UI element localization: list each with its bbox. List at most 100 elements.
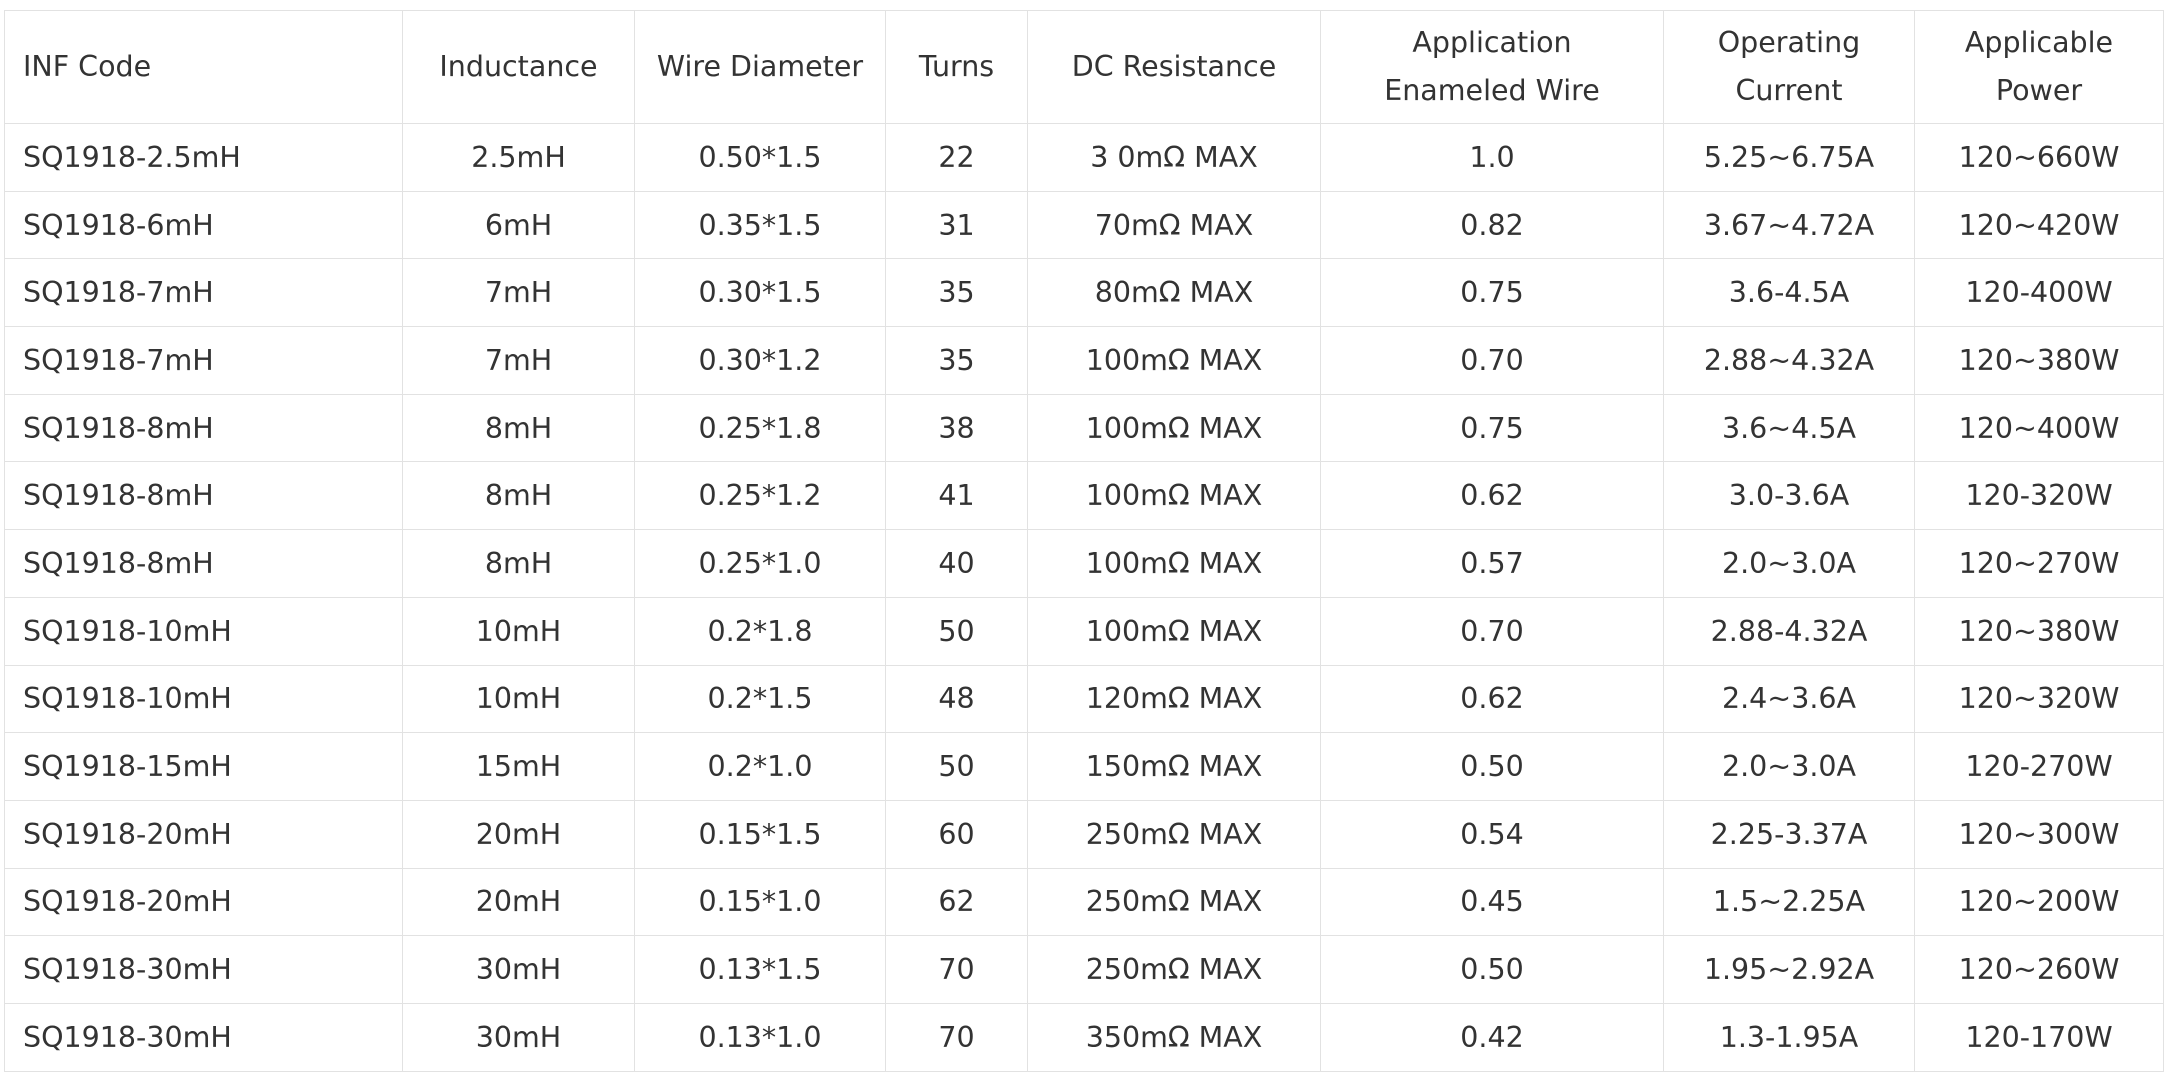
- enameled-wire-cell: 0.62: [1320, 461, 1664, 531]
- header-label: Application: [1412, 26, 1572, 59]
- enameled-wire-cell: 0.75: [1320, 393, 1664, 463]
- inductance-cell: 10mH: [402, 664, 635, 734]
- wire-diameter-cell: 0.2*1.5: [634, 664, 886, 734]
- wire-diameter-cell: 0.30*1.5: [634, 258, 886, 328]
- applicable-power-cell: 120~660W: [1914, 123, 2164, 192]
- inf-code-cell: SQ1918-8mH: [4, 393, 403, 463]
- dc-resistance-cell: 100mΩ MAX: [1027, 529, 1321, 598]
- inf-code-cell: SQ1918-20mH: [4, 799, 403, 869]
- table-row: SQ1918-8mH 8mH 0.25*1.0 40 100mΩ MAX 0.57 2.0~…: [4, 529, 2164, 598]
- turns-cell: 60: [885, 799, 1028, 869]
- operating-current-cell: 2.88-4.32A: [1663, 596, 1915, 666]
- operating-current-cell: 2.4~3.6A: [1663, 664, 1915, 734]
- applicable-power-cell: 120~380W: [1914, 326, 2164, 395]
- table-row: SQ1918-8mH 8mH 0.25*1.2 41 100mΩ MAX 0.62 3.0-…: [4, 461, 2164, 531]
- enameled-wire-cell: 0.75: [1320, 258, 1664, 328]
- table-row: SQ1918-30mH 30mH 0.13*1.0 70 350mΩ MAX 0.42 1.…: [4, 1002, 2164, 1072]
- turns-cell: 38: [885, 393, 1028, 463]
- applicable-power-cell: 120-170W: [1914, 1002, 2164, 1072]
- dc-resistance-cell: 100mΩ MAX: [1027, 461, 1321, 531]
- applicable-power-cell: 120~420W: [1914, 190, 2164, 260]
- turns-cell: 35: [885, 258, 1028, 328]
- operating-current-cell: 1.3-1.95A: [1663, 1002, 1915, 1072]
- wire-diameter-cell: 0.35*1.5: [634, 190, 886, 260]
- inf-code-cell: SQ1918-8mH: [4, 529, 403, 598]
- dc-resistance-cell: 70mΩ MAX: [1027, 190, 1321, 260]
- applicable-power-cell: 120~300W: [1914, 799, 2164, 869]
- turns-cell: 70: [885, 1002, 1028, 1072]
- applicable-power-cell: 120~380W: [1914, 596, 2164, 666]
- table-header: INF Code Inductance Wire Diameter Turns DC R…: [4, 10, 2164, 124]
- operating-current-cell: 2.0~3.0A: [1663, 732, 1915, 801]
- inductance-cell: 30mH: [402, 1002, 635, 1072]
- header-label: Power: [1995, 74, 2083, 107]
- dc-resistance-cell: 100mΩ MAX: [1027, 393, 1321, 463]
- turns-cell: 50: [885, 732, 1028, 801]
- table-body: SQ1918-2.5mH 2.5mH 0.50*1.5 22 3 0mΩ MAX 1.0 5…: [4, 123, 2164, 1072]
- enameled-wire-cell: 0.57: [1320, 529, 1664, 598]
- table-row: SQ1918-30mH 30mH 0.13*1.5 70 250mΩ MAX 0.50 1.…: [4, 935, 2164, 1004]
- enameled-wire-cell: 0.82: [1320, 190, 1664, 260]
- enameled-wire-cell: 0.70: [1320, 596, 1664, 666]
- enameled-wire-cell: 1.0: [1320, 123, 1664, 192]
- header-label: Enameled Wire: [1384, 74, 1600, 107]
- table-row: SQ1918-20mH 20mH 0.15*1.5 60 250mΩ MAX 0.54 2.…: [4, 799, 2164, 869]
- header-label: Applicable: [1964, 26, 2114, 59]
- dc-resistance-cell: 80mΩ MAX: [1027, 258, 1321, 328]
- wire-diameter-cell: 0.13*1.0: [634, 1002, 886, 1072]
- table-row: SQ1918-10mH 10mH 0.2*1.8 50 100mΩ MAX 0.70 2.8…: [4, 596, 2164, 666]
- inf-code-cell: SQ1918-8mH: [4, 461, 403, 531]
- applicable-power-cell: 120~320W: [1914, 664, 2164, 734]
- enameled-wire-cell: 0.62: [1320, 664, 1664, 734]
- table-row: SQ1918-15mH 15mH 0.2*1.0 50 150mΩ MAX 0.50 2.0…: [4, 732, 2164, 801]
- wire-diameter-cell: 0.25*1.8: [634, 393, 886, 463]
- operating-current-cell: 3.6-4.5A: [1663, 258, 1915, 328]
- header-label: Turns: [918, 50, 995, 83]
- wire-diameter-cell: 0.25*1.2: [634, 461, 886, 531]
- turns-cell: 35: [885, 326, 1028, 395]
- table-row: SQ1918-7mH 7mH 0.30*1.2 35 100mΩ MAX 0.70 2.88…: [4, 326, 2164, 395]
- enameled-wire-header: Application Enameled Wire: [1320, 10, 1664, 124]
- header-row: INF Code Inductance Wire Diameter Turns DC R…: [4, 10, 2164, 124]
- inf-code-header: INF Code: [4, 10, 403, 124]
- inf-code-cell: SQ1918-20mH: [4, 867, 403, 937]
- table-row: SQ1918-20mH 20mH 0.15*1.0 62 250mΩ MAX 0.45 1.…: [4, 867, 2164, 937]
- turns-cell: 31: [885, 190, 1028, 260]
- turns-cell: 40: [885, 529, 1028, 598]
- inductance-cell: 8mH: [402, 461, 635, 531]
- wire-diameter-cell: 0.25*1.0: [634, 529, 886, 598]
- inf-code-cell: SQ1918-7mH: [4, 326, 403, 395]
- wire-diameter-cell: 0.2*1.8: [634, 596, 886, 666]
- wire-diameter-cell: 0.2*1.0: [634, 732, 886, 801]
- header-label: INF Code: [23, 50, 152, 83]
- dc-resistance-cell: 120mΩ MAX: [1027, 664, 1321, 734]
- operating-current-cell: 2.88~4.32A: [1663, 326, 1915, 395]
- header-label: Wire Diameter: [656, 50, 864, 83]
- applicable-power-cell: 120~200W: [1914, 867, 2164, 937]
- operating-current-cell: 5.25~6.75A: [1663, 123, 1915, 192]
- operating-current-cell: 3.6~4.5A: [1663, 393, 1915, 463]
- header-label: Operating: [1717, 26, 1861, 59]
- dc-resistance-cell: 350mΩ MAX: [1027, 1002, 1321, 1072]
- turns-cell: 48: [885, 664, 1028, 734]
- inductance-cell: 30mH: [402, 935, 635, 1004]
- table-row: SQ1918-6mH 6mH 0.35*1.5 31 70mΩ MAX 0.82 3.67~…: [4, 190, 2164, 260]
- header-label: Current: [1735, 74, 1843, 107]
- inf-code-cell: SQ1918-6mH: [4, 190, 403, 260]
- header-label: Inductance: [439, 50, 598, 83]
- turns-cell: 22: [885, 123, 1028, 192]
- inductance-cell: 20mH: [402, 867, 635, 937]
- applicable-power-cell: 120~400W: [1914, 393, 2164, 463]
- turns-header: Turns: [885, 10, 1028, 124]
- enameled-wire-cell: 0.42: [1320, 1002, 1664, 1072]
- table-row: SQ1918-10mH 10mH 0.2*1.5 48 120mΩ MAX 0.62 2.4…: [4, 664, 2164, 734]
- enameled-wire-cell: 0.45: [1320, 867, 1664, 937]
- operating-current-cell: 3.67~4.72A: [1663, 190, 1915, 260]
- wire-diameter-cell: 0.50*1.5: [634, 123, 886, 192]
- table-row: SQ1918-2.5mH 2.5mH 0.50*1.5 22 3 0mΩ MAX 1.0 5…: [4, 123, 2164, 192]
- operating-current-header: Operating Current: [1663, 10, 1915, 124]
- operating-current-cell: 2.25-3.37A: [1663, 799, 1915, 869]
- inf-code-cell: SQ1918-7mH: [4, 258, 403, 328]
- inductance-header: Inductance: [402, 10, 635, 124]
- dc-resistance-cell: 250mΩ MAX: [1027, 799, 1321, 869]
